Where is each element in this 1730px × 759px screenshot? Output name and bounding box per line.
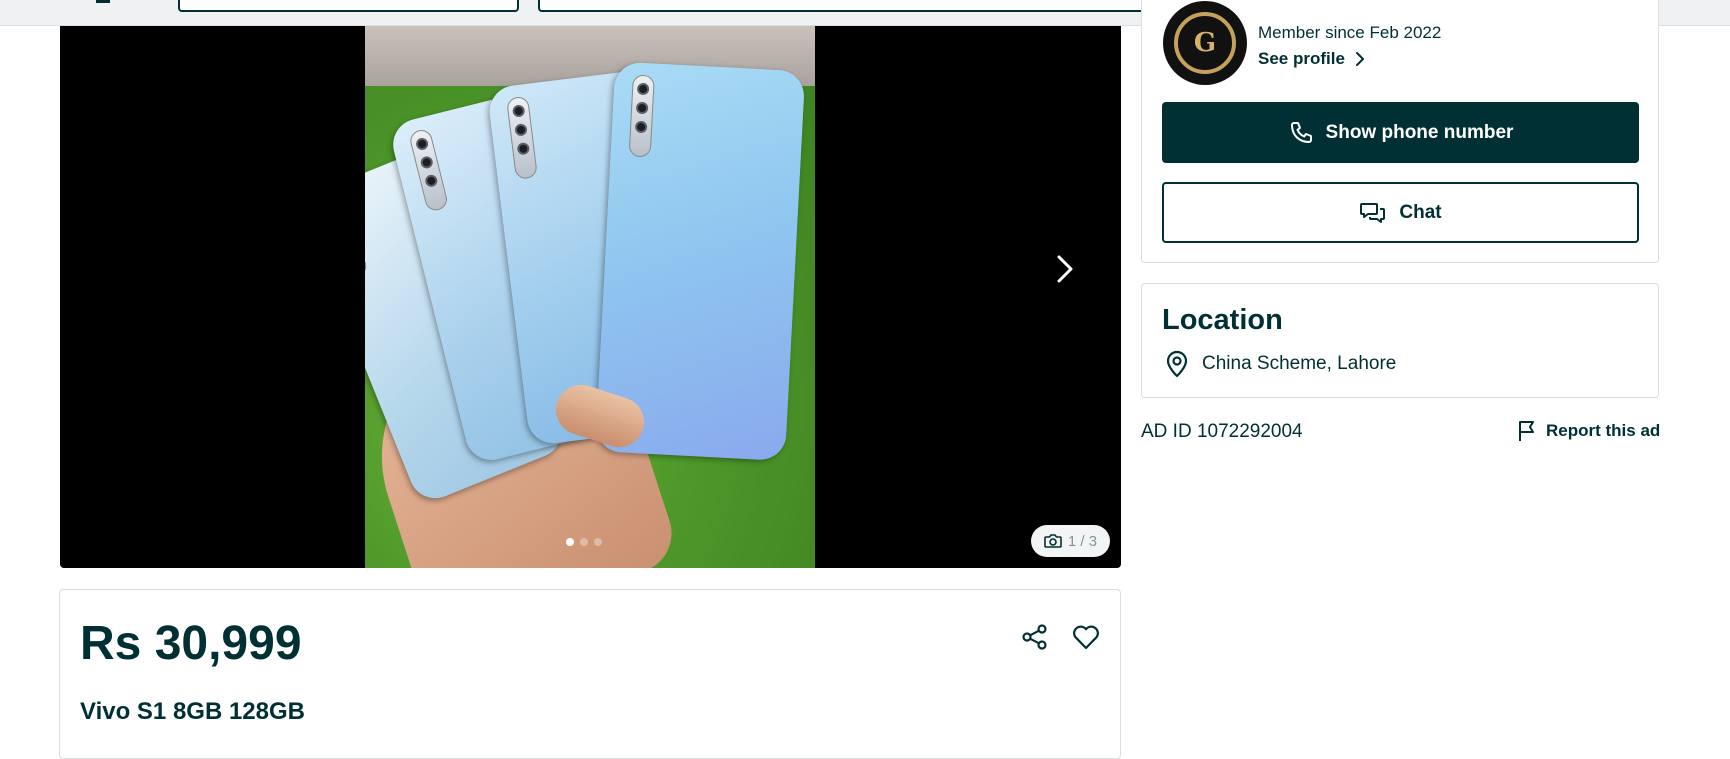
location-card: Location China Scheme, Lahore (1141, 283, 1659, 398)
report-ad-link[interactable]: Report this ad (1516, 419, 1660, 443)
seller-card: G Member since Feb 2022 See profile Show… (1141, 0, 1659, 263)
heart-icon (1073, 625, 1099, 650)
location-select[interactable] (178, 0, 519, 12)
favourite-button[interactable] (1069, 620, 1103, 654)
report-ad-label: Report this ad (1546, 421, 1661, 440)
gallery-dot[interactable] (566, 538, 574, 546)
see-profile-link[interactable]: See profile (1258, 49, 1365, 69)
location-heading: Location (1162, 304, 1283, 336)
chat-icon (1360, 202, 1386, 223)
image-counter-text: 1 / 3 (1067, 532, 1098, 550)
logo[interactable] (96, 0, 110, 3)
listing-title: Vivo S1 8GB 128GB (80, 698, 305, 725)
next-image-button[interactable] (1045, 249, 1085, 289)
gallery-dots (566, 538, 602, 546)
location-row: China Scheme, Lahore (1164, 350, 1396, 378)
chat-label: Chat (1399, 201, 1442, 223)
chevron-right-icon (1057, 255, 1073, 283)
share-button[interactable] (1018, 620, 1052, 654)
show-phone-button[interactable]: Show phone number (1162, 102, 1639, 163)
location-text: China Scheme, Lahore (1202, 353, 1397, 374)
location-pin-icon (1166, 350, 1188, 378)
listing-photo (365, 26, 815, 568)
show-phone-label: Show phone number (1325, 121, 1514, 143)
gallery-dot[interactable] (594, 538, 602, 546)
image-counter: 1 / 3 (1031, 525, 1110, 557)
member-since: Member since Feb 2022 (1258, 23, 1442, 42)
ad-id: AD ID 1072292004 (1141, 421, 1303, 442)
avatar[interactable]: G (1163, 1, 1247, 85)
price-card: Rs 30,999 Vivo S1 8GB 128GB (59, 589, 1121, 759)
image-gallery[interactable]: 1 / 3 (60, 26, 1121, 568)
camera-icon (1044, 534, 1062, 548)
search-input[interactable] (538, 0, 1220, 12)
flag-icon (1519, 421, 1534, 441)
gallery-dot[interactable] (580, 538, 588, 546)
listing-price: Rs 30,999 (80, 617, 302, 670)
chevron-right-icon (1355, 52, 1364, 66)
share-icon (1022, 624, 1047, 650)
see-profile-label: See profile (1258, 49, 1345, 68)
chat-button[interactable]: Chat (1162, 182, 1639, 243)
phone-icon (1290, 121, 1312, 143)
